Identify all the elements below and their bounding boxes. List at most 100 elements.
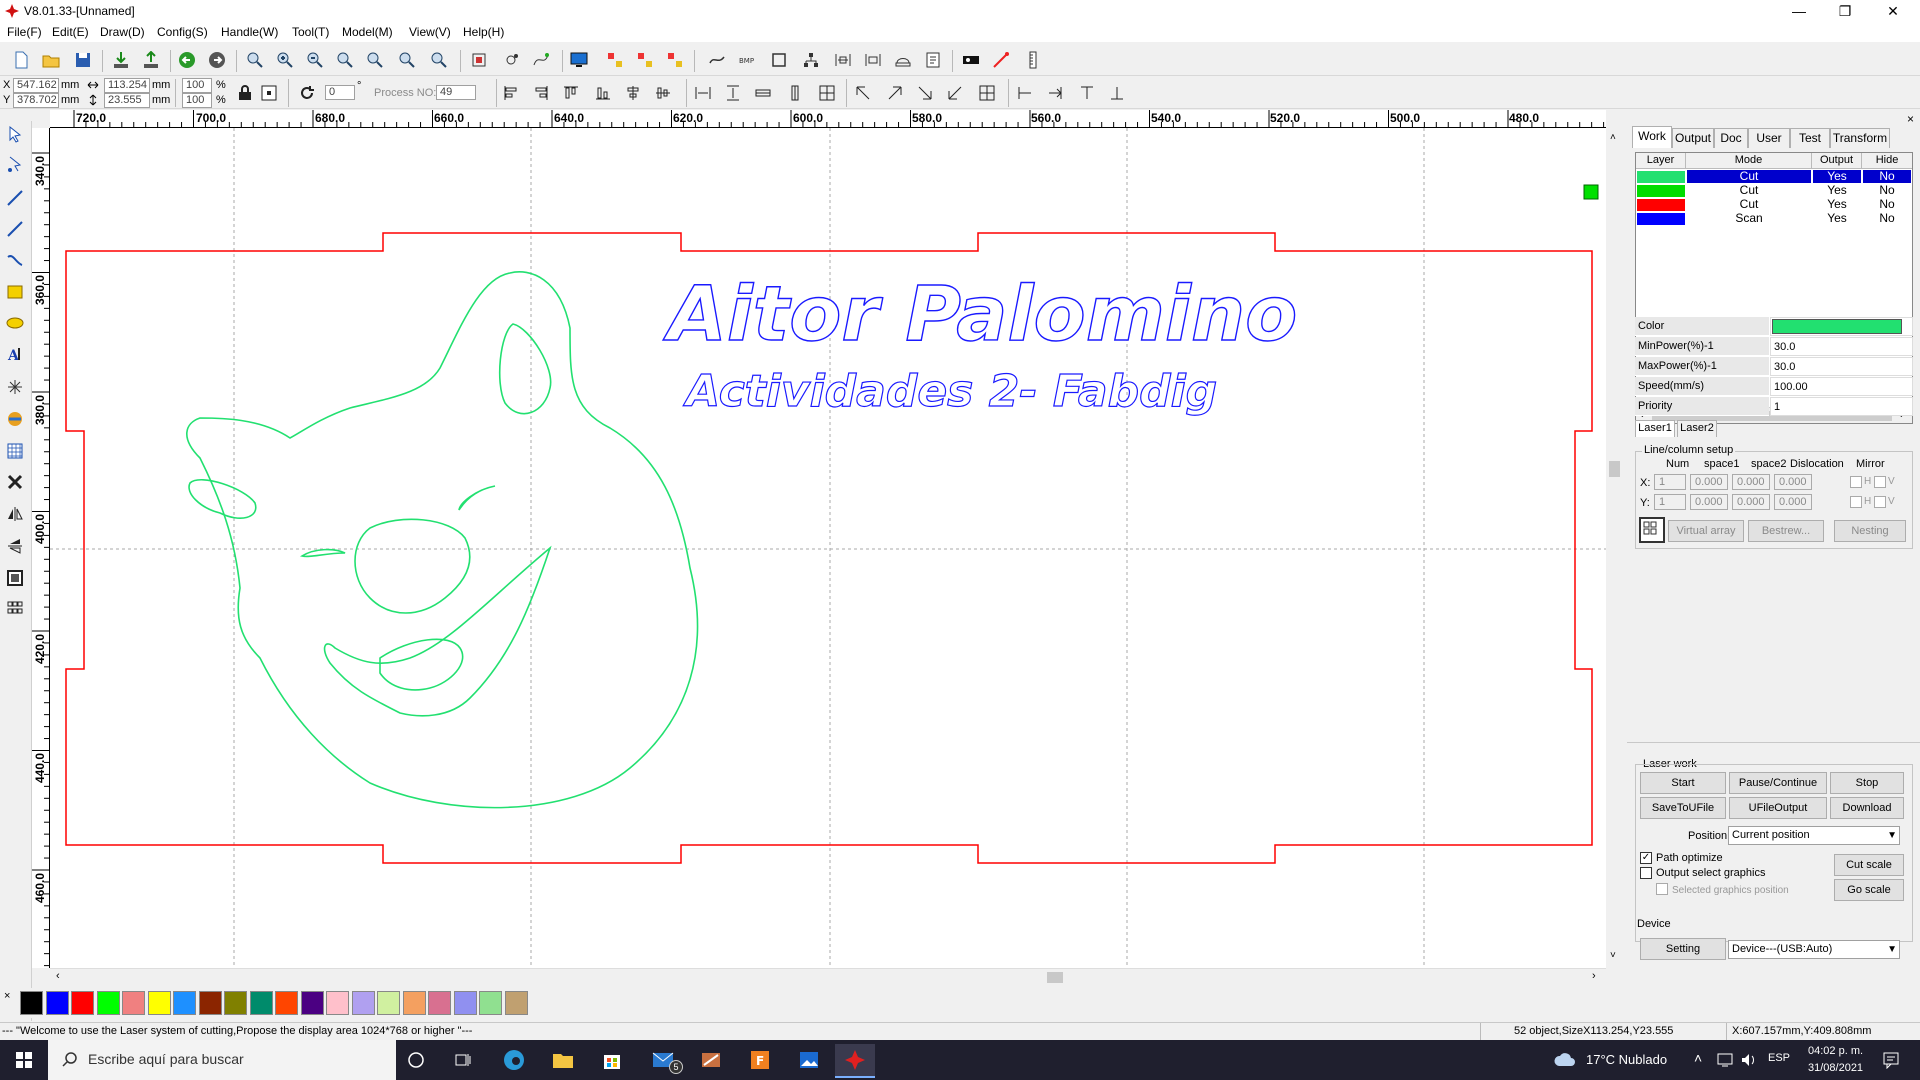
- menu-help[interactable]: Help(H): [463, 25, 504, 39]
- layer-row[interactable]: Cut Yes No: [1636, 198, 1912, 212]
- y-position-input[interactable]: 378.702: [13, 93, 59, 108]
- width-input[interactable]: 113.254: [104, 78, 150, 93]
- height-input[interactable]: 23.555: [104, 93, 150, 108]
- export-icon[interactable]: [140, 49, 162, 71]
- palette-swatch[interactable]: [147, 991, 171, 1015]
- image-frame-icon[interactable]: [4, 567, 26, 589]
- pause-continue-button[interactable]: Pause/Continue: [1729, 772, 1827, 794]
- start-button[interactable]: Start: [1640, 772, 1726, 794]
- download-button[interactable]: Download: [1830, 797, 1904, 819]
- horizontal-scrollbar[interactable]: ‹ ›: [50, 968, 1606, 985]
- array-icon[interactable]: [604, 49, 626, 71]
- array-grid-icon[interactable]: [4, 597, 26, 619]
- edge-browser-icon[interactable]: [494, 1046, 534, 1074]
- align-left-icon[interactable]: [500, 82, 522, 104]
- windows-start-icon[interactable]: [4, 1046, 44, 1074]
- laser-head-icon[interactable]: [960, 49, 982, 71]
- palette-swatch[interactable]: [479, 991, 502, 1015]
- tab-test[interactable]: Test: [1790, 128, 1830, 148]
- zoom-select-icon[interactable]: [364, 49, 386, 71]
- layer-hide[interactable]: No: [1863, 170, 1911, 183]
- laser-app-taskbar-icon[interactable]: [835, 1044, 875, 1078]
- tray-chevron-icon[interactable]: ˄: [1694, 1050, 1702, 1066]
- cut-scale-button[interactable]: Cut scale: [1834, 854, 1904, 876]
- palette-swatch[interactable]: [300, 991, 324, 1015]
- zoom-fit-icon[interactable]: [396, 49, 418, 71]
- curve-smooth-icon[interactable]: [530, 49, 552, 71]
- laser-beam-icon[interactable]: [990, 49, 1012, 71]
- prop-value-input[interactable]: 30.0: [1770, 337, 1913, 356]
- layer-mode[interactable]: Cut: [1687, 198, 1811, 211]
- move-right-icon[interactable]: [1044, 82, 1066, 104]
- layer-hide[interactable]: No: [1863, 184, 1911, 197]
- select-arrow-icon[interactable]: [4, 123, 26, 145]
- lock-ratio-icon[interactable]: [234, 82, 256, 104]
- menu-handle[interactable]: Handle(W): [221, 25, 278, 39]
- layer-row[interactable]: Cut Yes No: [1636, 184, 1912, 198]
- notification-icon[interactable]: [1882, 1051, 1900, 1069]
- align-vcenter-icon[interactable]: [652, 82, 674, 104]
- virtual-array-button[interactable]: Virtual array: [1668, 520, 1744, 542]
- cut-optimize-icon[interactable]: [862, 49, 884, 71]
- rdworks-taskbar-icon[interactable]: [691, 1046, 731, 1074]
- photos-app-icon[interactable]: [789, 1046, 829, 1074]
- zoom-in-icon[interactable]: [274, 49, 296, 71]
- scroll-down-icon[interactable]: ˅: [1610, 950, 1616, 961]
- distribute-h-icon[interactable]: [692, 82, 714, 104]
- cortana-icon[interactable]: [396, 1046, 436, 1074]
- lc-x-mirror-v-checkbox[interactable]: [1874, 476, 1886, 488]
- same-width-icon[interactable]: [752, 82, 774, 104]
- tab-user[interactable]: User: [1748, 128, 1790, 148]
- array-copy-icon[interactable]: [634, 49, 656, 71]
- lc-y-num[interactable]: 1: [1654, 494, 1686, 510]
- file-explorer-icon[interactable]: [543, 1046, 583, 1074]
- palette-swatch[interactable]: [122, 991, 145, 1015]
- palette-swatch[interactable]: [96, 991, 120, 1015]
- move-down-icon[interactable]: [1106, 82, 1128, 104]
- polyline-tool-icon[interactable]: [4, 218, 26, 240]
- lc-x-num[interactable]: 1: [1654, 474, 1686, 490]
- array-layout-icon[interactable]: [664, 49, 686, 71]
- lc-y-dislocation[interactable]: 0.000: [1774, 494, 1812, 510]
- prop-value-input[interactable]: [1770, 317, 1913, 336]
- align-bottom-icon[interactable]: [592, 82, 614, 104]
- move-bottom-right-icon[interactable]: [914, 82, 936, 104]
- layer-mode[interactable]: Cut: [1687, 170, 1811, 183]
- prop-value-input[interactable]: 1: [1770, 397, 1913, 416]
- move-bottom-left-icon[interactable]: [944, 82, 966, 104]
- node-edit-icon[interactable]: [500, 49, 522, 71]
- zoom-all-icon[interactable]: [428, 49, 450, 71]
- lc-x-space2[interactable]: 0.000: [1732, 474, 1770, 490]
- menu-draw[interactable]: Draw(D): [100, 25, 145, 39]
- redo-icon[interactable]: [206, 49, 228, 71]
- scroll-right-icon[interactable]: ›: [1592, 970, 1596, 982]
- layer-row[interactable]: Cut Yes No: [1636, 170, 1912, 184]
- move-center-icon[interactable]: [976, 82, 998, 104]
- layer-color-picker[interactable]: [1772, 319, 1902, 334]
- lc-y-space2[interactable]: 0.000: [1732, 494, 1770, 510]
- display-monitor-icon[interactable]: [568, 49, 590, 71]
- minimize-button[interactable]: —: [1776, 0, 1822, 22]
- lc-y-space1[interactable]: 0.000: [1690, 494, 1728, 510]
- move-top-right-icon[interactable]: [884, 82, 906, 104]
- layer-hide[interactable]: No: [1863, 212, 1911, 225]
- distribute-v-icon[interactable]: [722, 82, 744, 104]
- offset-icon[interactable]: [892, 49, 914, 71]
- lc-y-mirror-v-checkbox[interactable]: [1874, 496, 1886, 508]
- cat-face-drawing[interactable]: [186, 271, 699, 809]
- scroll-left-icon[interactable]: ‹: [56, 970, 60, 982]
- mail-icon[interactable]: 5: [643, 1046, 683, 1074]
- stop-button[interactable]: Stop: [1830, 772, 1904, 794]
- zoom-out-icon[interactable]: [304, 49, 326, 71]
- rotate-icon[interactable]: [296, 82, 318, 104]
- ellipse-tool-icon[interactable]: [4, 312, 26, 334]
- line-tool-icon[interactable]: [4, 187, 26, 209]
- path-optimize-checkbox[interactable]: ✓: [1640, 852, 1652, 864]
- h-scroll-thumb[interactable]: [1047, 972, 1063, 983]
- tab-doc[interactable]: Doc: [1714, 128, 1748, 148]
- layer-output[interactable]: Yes: [1813, 184, 1861, 197]
- ufile-output-button[interactable]: UFileOutput: [1729, 797, 1827, 819]
- palette-swatch[interactable]: [402, 991, 426, 1015]
- curve-draw-icon[interactable]: [4, 249, 26, 271]
- weather-text[interactable]: 17°C Nublado: [1586, 1052, 1667, 1067]
